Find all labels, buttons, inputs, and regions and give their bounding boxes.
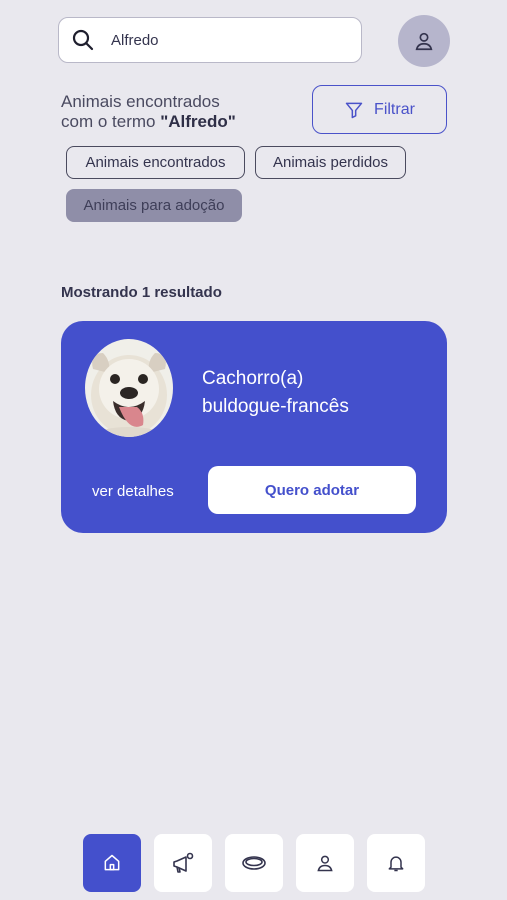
details-link[interactable]: ver detalhes [92,483,174,500]
chip-animais-encontrados[interactable]: Animais encontrados [66,146,245,179]
user-icon [415,32,433,51]
megaphone-icon [173,852,194,873]
search-icon [72,29,94,51]
chip-animais-para-adocao[interactable]: Animais para adoção [66,189,242,222]
pet-card: Cachorro(a) buldogue-francês ver detalhe… [61,321,447,533]
profile-avatar-button[interactable] [398,15,450,67]
search-bar[interactable] [58,17,362,63]
nav-notifications[interactable] [367,834,425,892]
filter-button[interactable]: Filtrar [312,85,447,134]
chip-label: Animais para adoção [83,197,225,214]
search-term: "Alfredo" [160,112,236,131]
pet-breed: buldogue-francês [202,396,349,417]
results-description: Animais encontrados com o termo "Alfredo… [61,92,291,132]
home-icon [104,854,120,871]
nav-home[interactable] [83,834,141,892]
chip-animais-perdidos[interactable]: Animais perdidos [255,146,406,179]
nav-announcements[interactable] [154,834,212,892]
adopt-button[interactable]: Quero adotar [208,466,416,514]
bottom-nav [83,834,425,892]
nav-profile[interactable] [296,834,354,892]
filter-label: Filtrar [374,100,415,118]
results-term-prefix: com o termo [61,112,161,131]
collar-icon [242,856,266,870]
search-input[interactable] [111,31,331,49]
pet-photo [85,339,173,437]
pet-species: Cachorro(a) [202,368,304,389]
chip-label: Animais perdidos [272,154,389,171]
nav-collar[interactable] [225,834,283,892]
bell-icon [388,856,404,872]
pet-info: Cachorro(a) buldogue-francês [202,365,422,421]
user-icon [317,855,333,872]
bulldog-image [91,353,167,437]
results-line-1: Animais encontrados [61,92,220,111]
chip-label: Animais encontrados [85,154,226,171]
results-line-2: com o termo "Alfredo" [61,112,291,132]
results-count: Mostrando 1 resultado [61,284,222,301]
filter-icon [345,102,363,118]
